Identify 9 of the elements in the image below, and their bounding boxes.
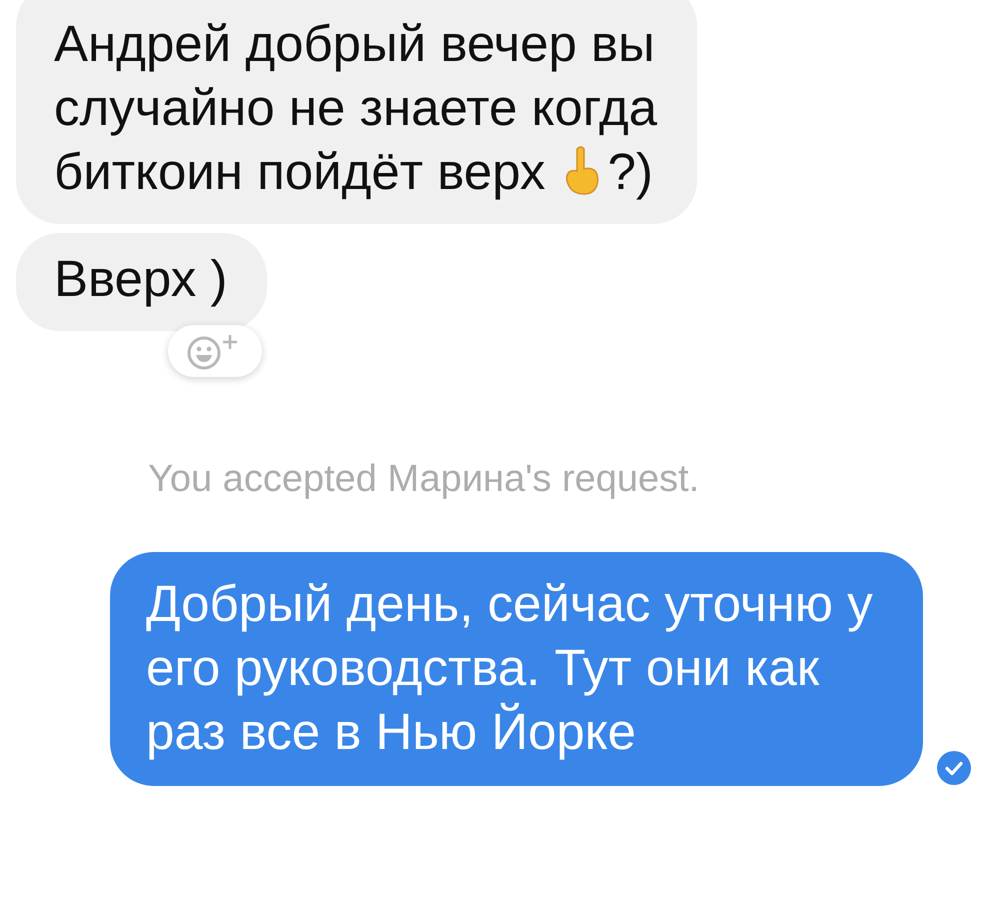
message-text: биткоин пойдёт верх <box>54 143 546 200</box>
add-reaction-button[interactable] <box>168 325 262 377</box>
message-text: Андрей добрый вечер вы <box>54 15 655 72</box>
system-notice: You accepted Марина's request. <box>148 458 700 500</box>
message-text: Вверх ) <box>54 250 228 307</box>
message-text: ?) <box>608 143 653 200</box>
message-text: случайно не знаете когда <box>54 79 658 136</box>
pointing-up-hand-icon <box>564 145 600 195</box>
message-text: Добрый день, сейчас уточню у его руководства. Тут они как раз все в Нью Йорке <box>146 575 873 760</box>
